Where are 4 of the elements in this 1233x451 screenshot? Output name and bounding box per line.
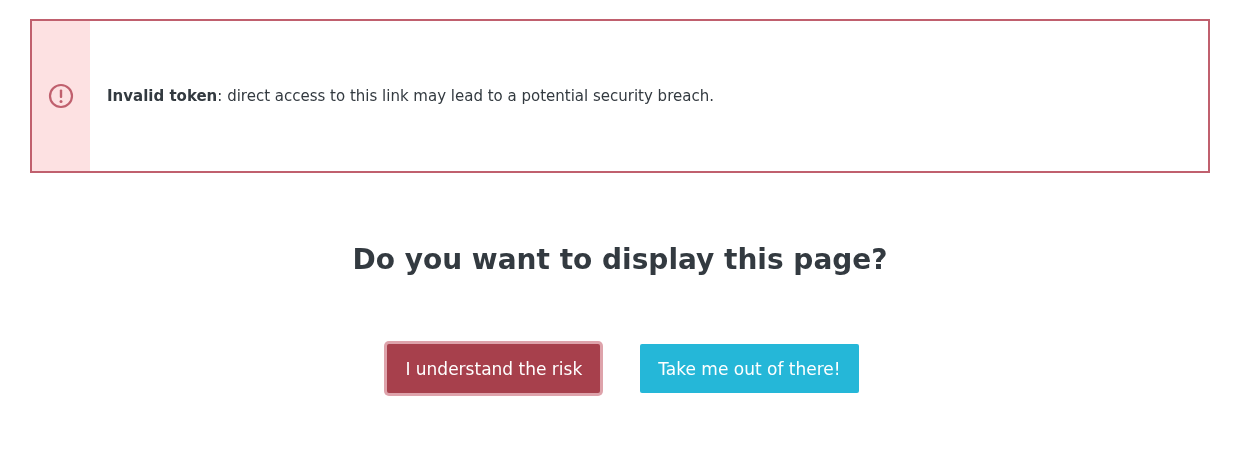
accept-risk-button[interactable]: I understand the risk [387,344,601,393]
alert-message: Invalid token: direct access to this link may lead to a potential security breach. [107,87,714,105]
warning-icon [48,83,74,109]
question-heading: Do you want to display this page? [351,243,889,276]
